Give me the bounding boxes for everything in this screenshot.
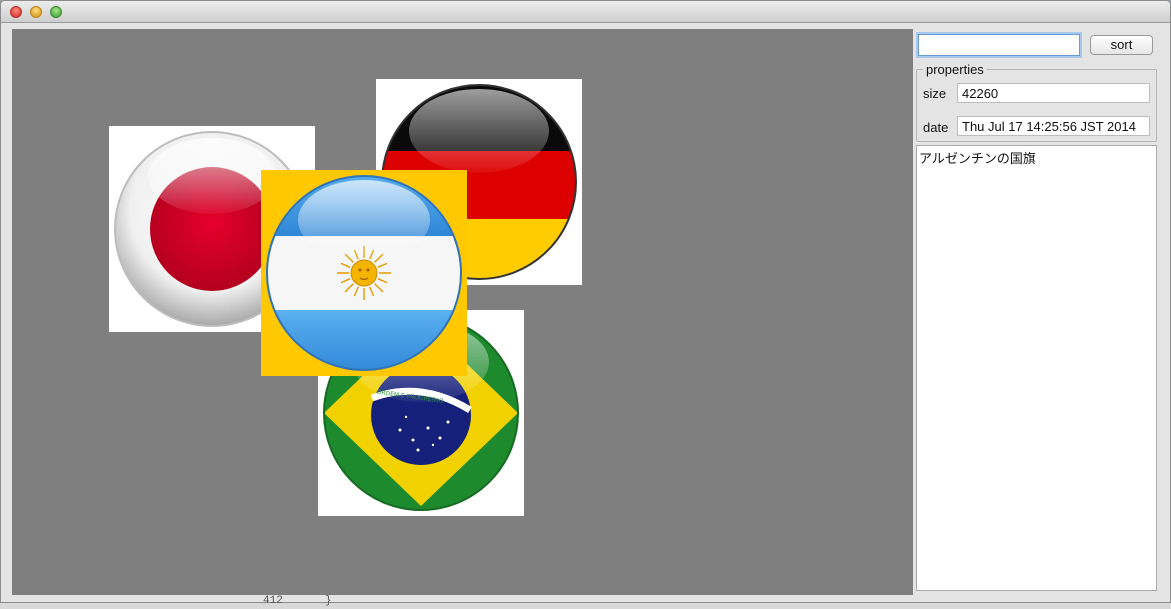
background-line-number: 412	[263, 595, 283, 607]
flag-argentina[interactable]	[261, 170, 467, 376]
title-bar[interactable]	[1, 1, 1170, 23]
properties-group: properties size 42260 date Thu Jul 17 14…	[916, 62, 1157, 142]
close-icon[interactable]	[10, 6, 22, 18]
app-window: ORDEM E PROGRESSO	[0, 0, 1171, 603]
background-brace: }	[325, 595, 332, 607]
size-label: size	[923, 86, 947, 101]
properties-panel: sort properties size 42260 date Thu Jul …	[914, 29, 1160, 595]
description-textarea[interactable]: アルゼンチンの国旗	[916, 145, 1157, 591]
search-input[interactable]	[918, 34, 1080, 56]
background-ide-strip	[0, 603, 1171, 609]
sort-button[interactable]: sort	[1090, 35, 1153, 55]
properties-legend: properties	[923, 62, 987, 77]
image-canvas[interactable]: ORDEM E PROGRESSO	[12, 29, 913, 595]
zoom-icon[interactable]	[50, 6, 62, 18]
size-field[interactable]: 42260	[957, 83, 1150, 103]
date-label: date	[923, 120, 949, 135]
date-field[interactable]: Thu Jul 17 14:25:56 JST 2014	[957, 116, 1150, 136]
minimize-icon[interactable]	[30, 6, 42, 18]
